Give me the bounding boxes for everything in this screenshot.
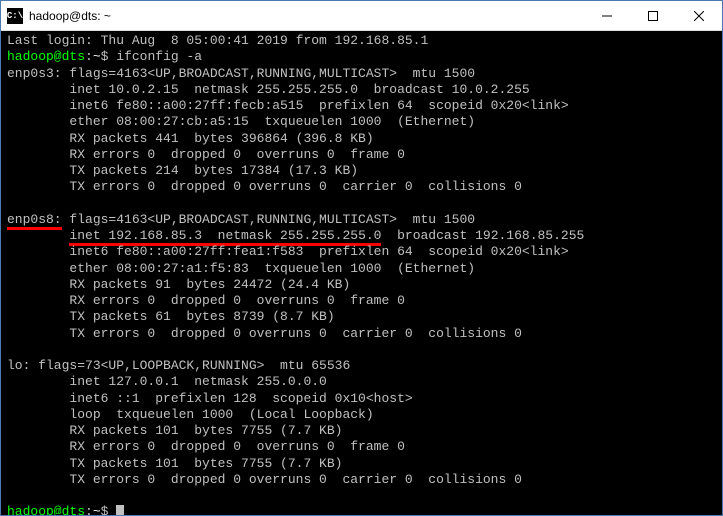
- terminal-window: C:\ hadoop@dts: ~ Last login: Thu Aug 8 …: [0, 0, 723, 516]
- inet-suffix: broadcast 192.168.85.255: [381, 228, 584, 243]
- prompt-symbol: $: [101, 504, 109, 515]
- output-line: inet6 fe80::a00:27ff:fecb:a515 prefixlen…: [7, 98, 569, 113]
- iface-enp0s8-flags: flags=4163<UP,BROADCAST,RUNNING,MULTICAS…: [62, 212, 475, 227]
- maximize-button[interactable]: [630, 1, 676, 30]
- cursor: [116, 505, 124, 515]
- output-line: TX packets 101 bytes 7755 (7.7 KB): [7, 456, 342, 471]
- output-line: TX errors 0 dropped 0 overruns 0 carrier…: [7, 326, 522, 341]
- iface-enp0s3-name: enp0s3:: [7, 66, 62, 81]
- output-line: inet6 ::1 prefixlen 128 scopeid 0x10<hos…: [7, 391, 413, 406]
- output-line: inet 127.0.0.1 netmask 255.0.0.0: [7, 374, 327, 389]
- prompt-sep: :: [85, 504, 93, 515]
- prompt-symbol: $: [101, 49, 109, 64]
- output-line: loop txqueuelen 1000 (Local Loopback): [7, 407, 374, 422]
- prompt-user: hadoop@dts: [7, 49, 85, 64]
- output-line: RX errors 0 dropped 0 overruns 0 frame 0: [7, 147, 405, 162]
- output-line: RX packets 91 bytes 24472 (24.4 KB): [7, 277, 350, 292]
- close-button[interactable]: [676, 1, 722, 30]
- close-icon: [694, 11, 704, 21]
- output-line: inet 10.0.2.15 netmask 255.255.255.0 bro…: [7, 82, 530, 97]
- output-line: ether 08:00:27:cb:a5:15 txqueuelen 1000 …: [7, 114, 475, 129]
- inet-prefix: [7, 228, 69, 243]
- terminal-body[interactable]: Last login: Thu Aug 8 05:00:41 2019 from…: [1, 31, 722, 515]
- iface-enp0s3-flags: flags=4163<UP,BROADCAST,RUNNING,MULTICAS…: [62, 66, 475, 81]
- output-line: TX packets 214 bytes 17384 (17.3 KB): [7, 163, 358, 178]
- window-title: hadoop@dts: ~: [29, 9, 584, 23]
- output-line: TX errors 0 dropped 0 overruns 0 carrier…: [7, 179, 522, 194]
- iface-lo-name: lo:: [7, 358, 30, 373]
- command-text: ifconfig -a: [116, 49, 202, 64]
- prompt-user: hadoop@dts: [7, 504, 85, 515]
- titlebar[interactable]: C:\ hadoop@dts: ~: [1, 1, 722, 31]
- output-line: RX packets 441 bytes 396864 (396.8 KB): [7, 131, 374, 146]
- terminal-icon: C:\: [7, 8, 23, 24]
- output-line: ether 08:00:27:a1:f5:83 txqueuelen 1000 …: [7, 261, 475, 276]
- maximize-icon: [648, 11, 658, 21]
- output-line: TX errors 0 dropped 0 overruns 0 carrier…: [7, 472, 522, 487]
- window-controls: [584, 1, 722, 30]
- prompt-sep: :: [85, 49, 93, 64]
- output-line: inet6 fe80::a00:27ff:fea1:f583 prefixlen…: [7, 244, 569, 259]
- prompt-path: ~: [93, 504, 101, 515]
- last-login-line: Last login: Thu Aug 8 05:00:41 2019 from…: [7, 33, 428, 48]
- output-line: RX errors 0 dropped 0 overruns 0 frame 0: [7, 439, 405, 454]
- prompt-path: ~: [93, 49, 101, 64]
- output-line: TX packets 61 bytes 8739 (8.7 KB): [7, 309, 335, 324]
- minimize-button[interactable]: [584, 1, 630, 30]
- output-line: RX errors 0 dropped 0 overruns 0 frame 0: [7, 293, 405, 308]
- minimize-icon: [602, 11, 612, 21]
- iface-lo-flags: flags=73<UP,LOOPBACK,RUNNING> mtu 65536: [30, 358, 350, 373]
- output-line: RX packets 101 bytes 7755 (7.7 KB): [7, 423, 342, 438]
